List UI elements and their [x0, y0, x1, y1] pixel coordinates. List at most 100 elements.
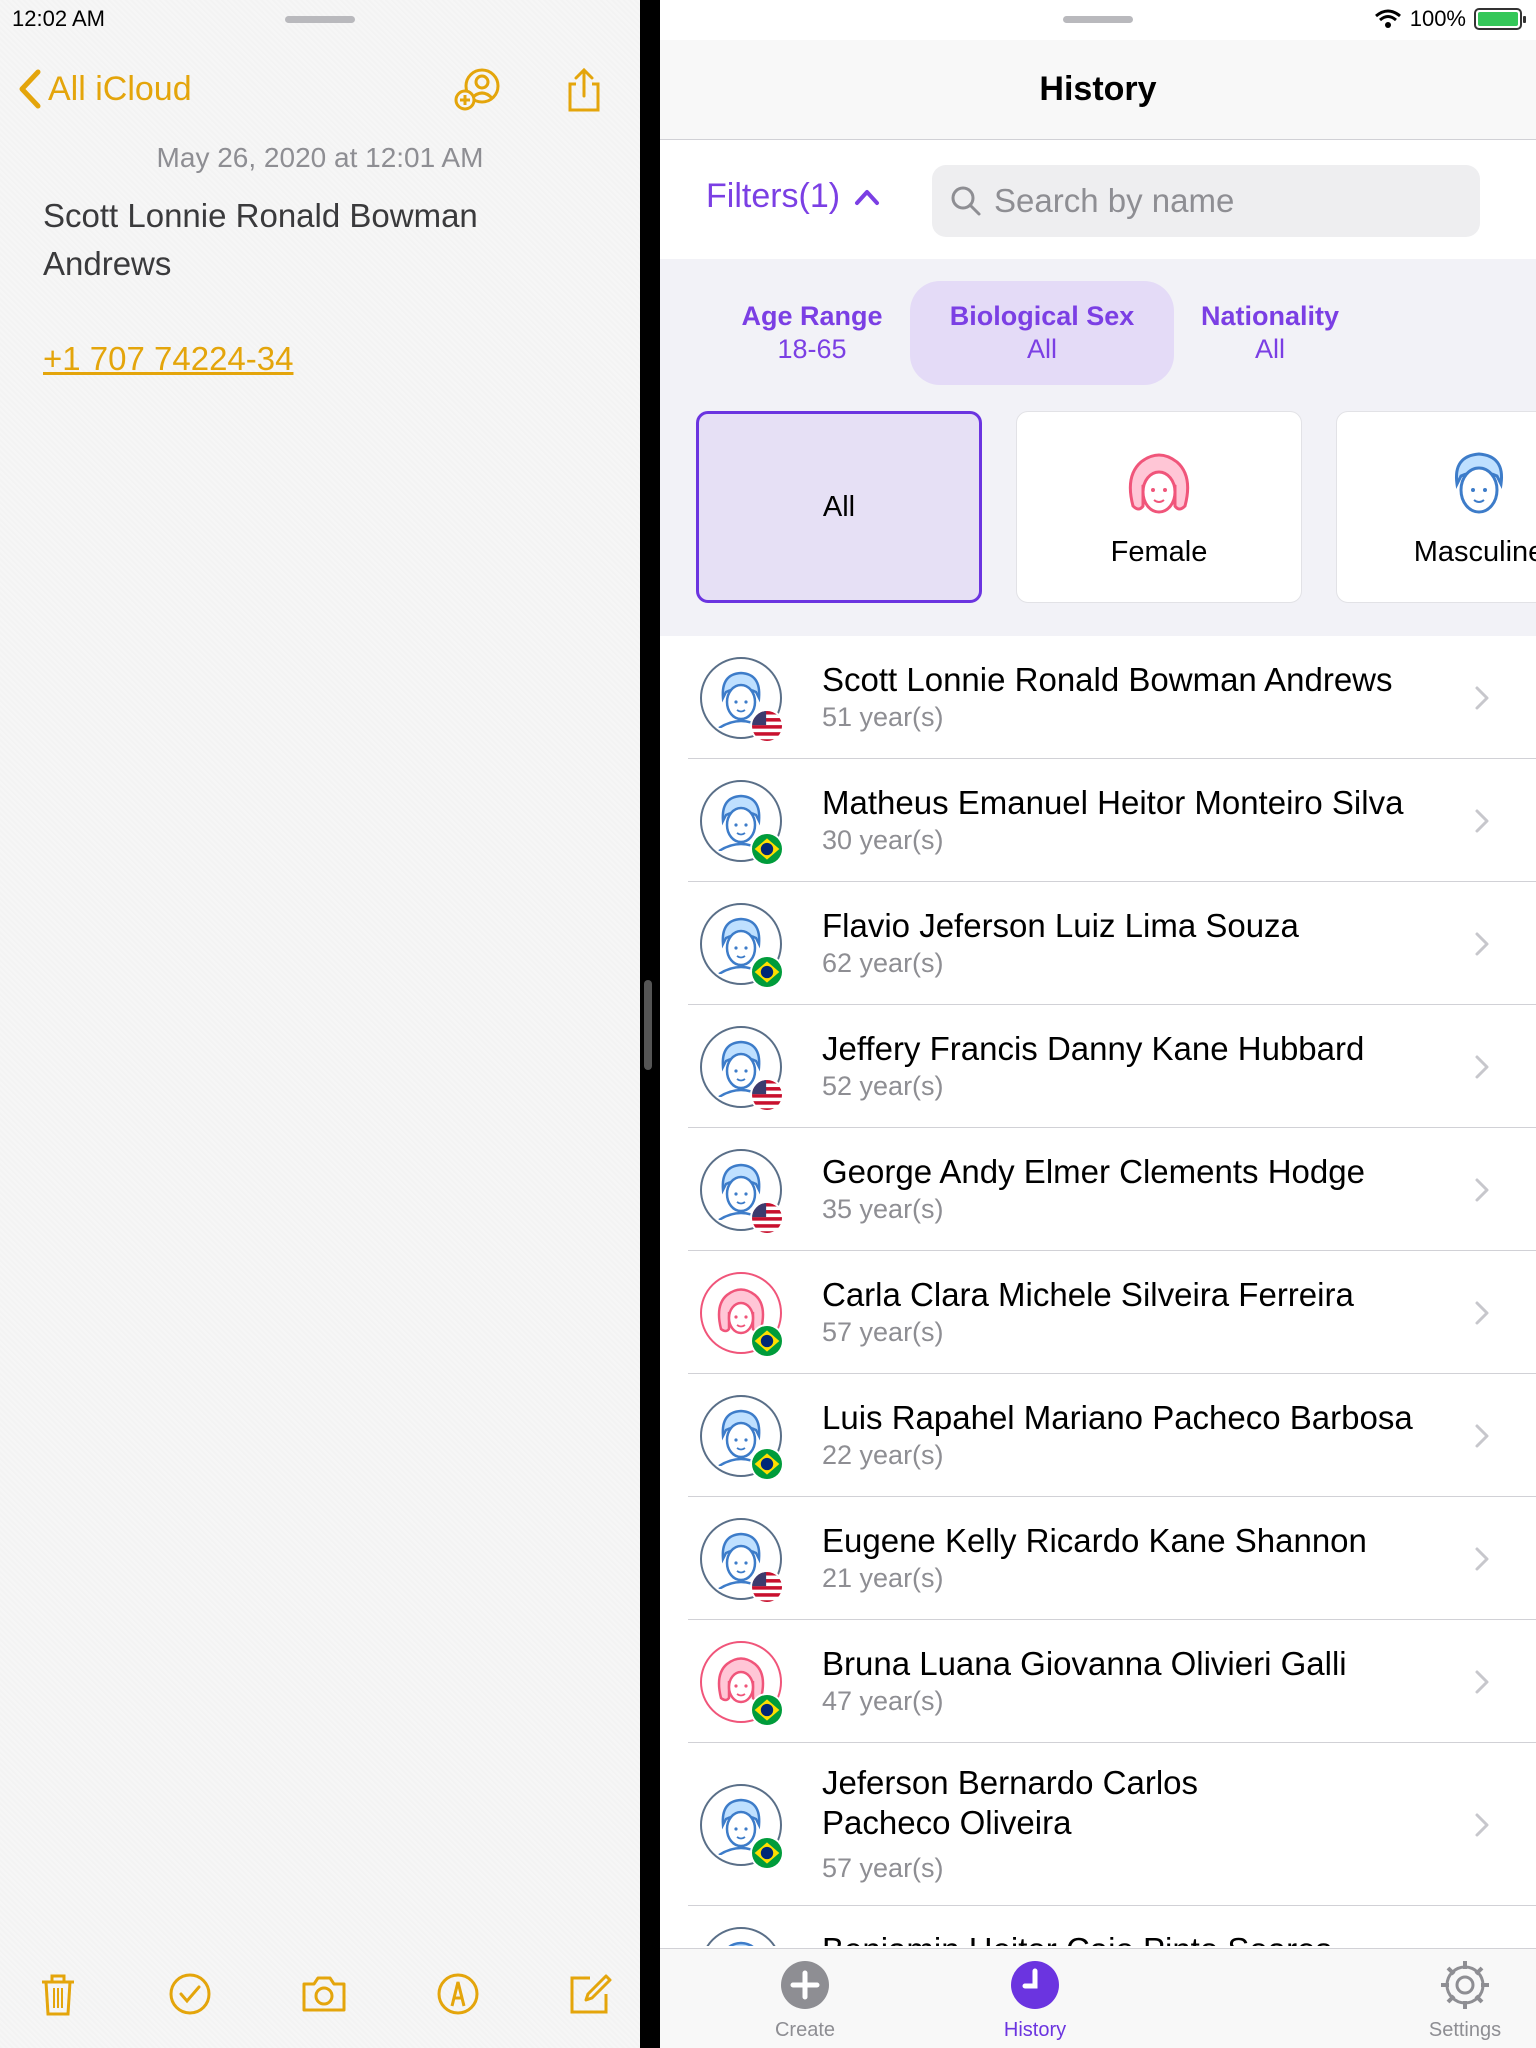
person-name: Jeferson Bernardo Carlos Pacheco Oliveir…	[822, 1764, 1199, 1841]
avatar	[700, 1518, 784, 1604]
list-item[interactable]: Eugene Kelly Ricardo Kane Shannon 21 year…	[688, 1497, 1536, 1620]
tab-label: Nationality	[1200, 301, 1340, 331]
avatar	[700, 1927, 782, 1946]
option-card-masculine[interactable]: Masculine	[1336, 411, 1536, 603]
tab-settings[interactable]: Settings	[1365, 1959, 1536, 2042]
chevron-right-icon	[1475, 1424, 1489, 1448]
nationality-flag	[750, 1447, 784, 1481]
chevron-up-icon	[855, 189, 880, 205]
tab-label: Create	[774, 2019, 836, 2041]
avatar	[700, 657, 784, 743]
filters-toggle-button[interactable]: Filters(1)	[706, 177, 880, 216]
avatar	[700, 1149, 784, 1235]
tab-label: History	[1003, 2019, 1067, 2041]
chevron-right-icon	[1475, 1301, 1489, 1325]
share-button[interactable]	[556, 62, 612, 118]
avatar	[700, 903, 784, 989]
tab-label: Age Range	[741, 301, 883, 331]
camera-button[interactable]	[296, 1966, 352, 2022]
camera-icon	[302, 1976, 346, 2012]
list-item[interactable]: Flavio Jeferson Luiz Lima Souza 62 year(s…	[688, 882, 1536, 1005]
person-age: 52 year(s)	[822, 1071, 944, 1101]
person-age: 57 year(s)	[822, 1317, 944, 1347]
male-face-icon	[1454, 451, 1504, 513]
markup-button[interactable]	[430, 1966, 486, 2022]
add-person-icon	[454, 68, 500, 111]
list-item[interactable]: Benjamin Heitor Caio Pinto Soares	[688, 1906, 1536, 1946]
trash-button[interactable]	[30, 1966, 86, 2022]
list-item[interactable]: George Andy Elmer Clements Hodge 35 year(…	[688, 1128, 1536, 1251]
person-name: Matheus Emanuel Heitor Monteiro Silva	[822, 784, 1404, 821]
list-item[interactable]: Bruna Luana Giovanna Olivieri Galli 47 ye…	[688, 1620, 1536, 1743]
gear-icon	[1441, 1961, 1489, 2009]
chevron-left-icon	[19, 69, 41, 109]
tab-age-range[interactable]: Age Range 18-65	[680, 281, 944, 385]
chevron-right-icon	[1475, 1547, 1489, 1571]
avatar-circle	[700, 1927, 782, 1946]
option-card-female[interactable]: Female	[1016, 411, 1302, 603]
split-view-divider-handle[interactable]	[644, 980, 652, 1070]
note-body-text[interactable]: Scott Lonnie Ronald Bowman Andrews	[43, 192, 603, 288]
status-time: 12:02 AM	[12, 6, 105, 31]
list-item[interactable]: Matheus Emanuel Heitor Monteiro Silva 30 …	[688, 759, 1536, 882]
checklist-button[interactable]	[162, 1966, 218, 2022]
filters-row: Filters(1)	[660, 141, 1536, 259]
compose-button[interactable]	[562, 1966, 618, 2022]
option-label: Masculine	[1413, 535, 1536, 568]
brazil-flag-icon	[752, 1838, 782, 1868]
tab-history[interactable]: History	[935, 1959, 1135, 2042]
person-age: 51 year(s)	[822, 702, 944, 732]
notes-grabber[interactable]	[285, 16, 355, 23]
us-flag-icon	[752, 1572, 782, 1602]
page-title: History	[1039, 70, 1157, 108]
list-item[interactable]: Jeffery Francis Danny Kane Hubbard 52 yea…	[688, 1005, 1536, 1128]
person-age: 35 year(s)	[822, 1194, 944, 1224]
search-input[interactable]	[994, 182, 1454, 220]
trash-icon	[42, 1974, 74, 2016]
chevron-right-icon	[1475, 686, 1489, 710]
history-list: Scott Lonnie Ronald Bowman Andrews 51 yea…	[660, 636, 1536, 1946]
person-name: Bruna Luana Giovanna Olivieri Galli	[822, 1645, 1347, 1682]
battery-percent: 100%	[1409, 6, 1466, 31]
brazil-flag-icon	[752, 1695, 782, 1725]
add-person-button[interactable]	[448, 62, 504, 118]
list-item[interactable]: Scott Lonnie Ronald Bowman Andrews 51 yea…	[688, 636, 1536, 759]
brazil-flag-icon	[752, 1326, 782, 1356]
tab-value: 18-65	[777, 334, 847, 364]
back-button-label: All iCloud	[48, 69, 192, 108]
person-age: 30 year(s)	[822, 825, 944, 855]
nationality-flag	[750, 832, 784, 866]
search-field[interactable]	[932, 165, 1480, 237]
avatar	[700, 1395, 784, 1481]
note-date: May 26, 2020 at 12:01 AM	[156, 142, 484, 173]
nationality-flag	[750, 709, 784, 743]
nationality-flag	[750, 955, 784, 989]
app-grabber[interactable]	[1063, 16, 1133, 23]
brazil-flag-icon	[752, 957, 782, 987]
checklist-icon	[169, 1973, 211, 2015]
person-name: George Andy Elmer Clements Hodge	[822, 1153, 1365, 1190]
nationality-flag	[750, 1201, 784, 1235]
tab-create[interactable]: Create	[705, 1959, 905, 2042]
tab-biological-sex[interactable]: Biological Sex All	[910, 281, 1174, 385]
person-name: Luis Rapahel Mariano Pacheco Barbosa	[822, 1399, 1413, 1436]
us-flag-icon	[752, 1203, 782, 1233]
avatar	[700, 780, 784, 866]
list-item[interactable]: Jeferson Bernardo Carlos Pacheco Oliveir…	[688, 1743, 1536, 1906]
tab-nationality[interactable]: Nationality All	[1138, 281, 1402, 385]
phone-link[interactable]: +1 707 74224-34	[43, 340, 293, 378]
us-flag-icon	[752, 711, 782, 741]
avatar	[700, 1641, 784, 1727]
nationality-flag	[750, 1693, 784, 1727]
option-card-all[interactable]: All	[696, 411, 982, 603]
avatar	[700, 1784, 784, 1870]
compose-icon	[570, 1974, 612, 2014]
back-button[interactable]: All iCloud	[16, 68, 192, 110]
notes-pane: 12:02 AM All iCloud May 26, 2020 at 12:0…	[0, 0, 640, 2048]
list-item[interactable]: Carla Clara Michele Silveira Ferreira 57 …	[688, 1251, 1536, 1374]
nationality-flag	[750, 1324, 784, 1358]
status-indicators: 100%	[1374, 6, 1526, 32]
list-item[interactable]: Luis Rapahel Mariano Pacheco Barbosa 22 y…	[688, 1374, 1536, 1497]
filters-area: Filters(1) Age Range18-65Biological SexA…	[660, 141, 1536, 636]
battery-icon	[1474, 8, 1526, 30]
